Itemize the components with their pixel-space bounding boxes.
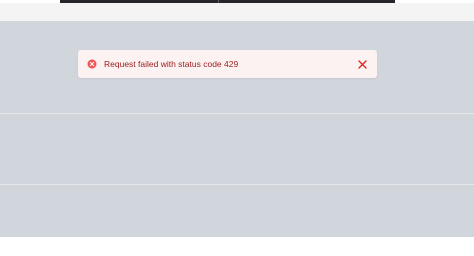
row-divider: [0, 184, 474, 185]
close-alert-button[interactable]: [356, 58, 368, 70]
page-footer-area: [0, 237, 474, 256]
header-strip: [0, 3, 474, 21]
alert-message: Request failed with status code 429: [104, 59, 239, 69]
error-alert: Request failed with status code 429: [78, 50, 377, 78]
x-circle-icon: [87, 59, 97, 69]
close-icon[interactable]: [357, 59, 367, 69]
row-divider: [0, 113, 474, 114]
